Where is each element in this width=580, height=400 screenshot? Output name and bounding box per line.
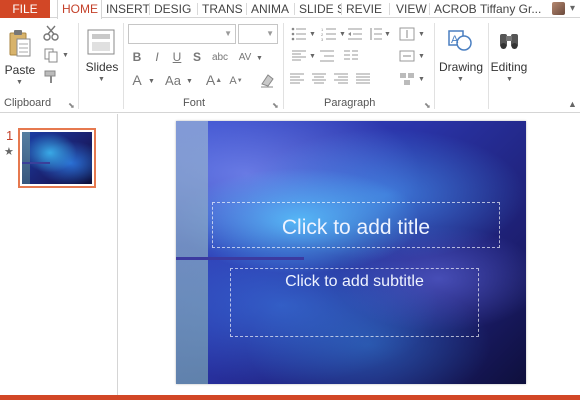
bullets-icon[interactable] xyxy=(290,26,308,42)
slide-number: 1 xyxy=(6,128,14,143)
paste-button[interactable]: Paste xyxy=(4,63,36,77)
line-spacing-icon[interactable] xyxy=(368,26,382,42)
tab-file[interactable]: FILE xyxy=(0,0,50,18)
chevron-down-icon: ▼ xyxy=(266,29,274,38)
chevron-down-icon[interactable]: ▼ xyxy=(418,31,425,38)
text-direction-icon[interactable] xyxy=(398,26,416,42)
chevron-down-icon[interactable]: ▼ xyxy=(186,78,193,85)
tab-review[interactable]: REVIE xyxy=(342,0,389,18)
chevron-down-icon[interactable]: ▼ xyxy=(309,31,316,38)
tab-separator xyxy=(389,3,390,15)
underline-button[interactable]: U xyxy=(170,49,184,65)
slide-canvas[interactable]: Click to add title Click to add subtitle xyxy=(176,121,526,384)
new-slide-button[interactable]: Slides xyxy=(84,60,120,74)
tab-design[interactable]: DESIG xyxy=(150,0,196,18)
chevron-down-icon[interactable]: ▼ xyxy=(62,52,69,59)
align-left-icon[interactable] xyxy=(290,48,308,64)
font-family-combo[interactable]: ▼ xyxy=(128,24,236,44)
star-icon: ★ xyxy=(4,146,14,158)
font-color-button[interactable]: A xyxy=(130,72,144,88)
collapse-ribbon-icon[interactable]: ▲ xyxy=(568,99,577,109)
group-separator xyxy=(123,23,124,109)
avatar[interactable] xyxy=(552,2,565,15)
dialog-launcher-icon[interactable]: ⬊ xyxy=(424,101,431,110)
font-group-label: Font xyxy=(183,97,206,109)
indent-icon[interactable] xyxy=(320,48,334,64)
new-slide-icon[interactable] xyxy=(86,27,116,57)
drawing-icon[interactable]: A xyxy=(446,27,474,55)
align-right-icon[interactable] xyxy=(334,71,348,87)
thumbnail-preview xyxy=(22,132,92,184)
character-spacing-icon[interactable]: AV xyxy=(234,49,256,65)
justify-icon[interactable] xyxy=(356,71,370,87)
chevron-down-icon[interactable]: ▼ xyxy=(457,76,464,83)
format-painter-icon[interactable] xyxy=(42,69,60,85)
dialog-launcher-icon[interactable]: ⬊ xyxy=(272,101,279,110)
editing-icon[interactable] xyxy=(496,27,522,55)
cut-icon[interactable] xyxy=(42,25,60,41)
group-separator xyxy=(283,23,284,109)
powerpoint-window: FILE HOME INSERT DESIG TRANS ANIMA SLIDE… xyxy=(0,0,580,400)
slide-accent-line xyxy=(176,257,304,260)
numbering-icon[interactable]: 123 xyxy=(320,26,338,42)
dialog-launcher-icon[interactable]: ⬊ xyxy=(68,101,75,110)
paste-icon[interactable] xyxy=(6,27,34,61)
align-left-text-icon[interactable] xyxy=(290,71,304,87)
thumbnail-strip xyxy=(22,132,30,184)
status-bar xyxy=(0,395,580,400)
group-separator xyxy=(434,23,435,109)
ribbon-tab-bar: FILE HOME INSERT DESIG TRANS ANIMA SLIDE… xyxy=(0,0,580,19)
chevron-down-icon[interactable]: ▾ xyxy=(570,0,575,18)
chevron-down-icon[interactable]: ▼ xyxy=(16,79,23,86)
user-name[interactable]: Tiffany Gr... xyxy=(480,0,541,18)
ribbon-home: Paste ▼ ▼ Clipboard ⬊ Slides ▼ ▼ ▼ B I U… xyxy=(0,19,580,113)
text-shadow-button[interactable]: S xyxy=(190,49,204,65)
font-size-combo[interactable]: ▼ xyxy=(238,24,278,44)
subtitle-placeholder[interactable]: Click to add subtitle xyxy=(230,268,479,337)
slide-thumbnail[interactable] xyxy=(18,128,96,188)
tab-home[interactable]: HOME xyxy=(57,0,102,19)
columns-icon[interactable] xyxy=(344,48,358,64)
group-separator xyxy=(78,23,79,109)
thumbnail-line xyxy=(22,162,50,164)
chevron-down-icon[interactable]: ▼ xyxy=(148,78,155,85)
chevron-down-icon[interactable]: ▼ xyxy=(418,53,425,60)
tab-transitions[interactable]: TRANS xyxy=(198,0,245,18)
chevron-down-icon[interactable]: ▼ xyxy=(256,55,263,62)
tab-animations[interactable]: ANIMA xyxy=(247,0,293,18)
drawing-button[interactable]: Drawing xyxy=(438,60,484,74)
italic-button[interactable]: I xyxy=(150,49,164,65)
tab-acrobat[interactable]: ACROB xyxy=(430,0,476,18)
chevron-down-icon[interactable]: ▼ xyxy=(418,76,425,83)
svg-text:3: 3 xyxy=(321,37,324,41)
chevron-down-icon: ▼ xyxy=(224,29,232,38)
title-placeholder[interactable]: Click to add title xyxy=(212,202,500,248)
bold-button[interactable]: B xyxy=(130,49,144,65)
chevron-down-icon[interactable]: ▼ xyxy=(98,76,105,83)
copy-icon[interactable] xyxy=(42,47,60,63)
svg-text:A: A xyxy=(451,34,459,46)
editing-button[interactable]: Editing xyxy=(488,60,530,74)
paragraph-group-label: Paragraph xyxy=(324,97,376,109)
chevron-down-icon[interactable]: ▼ xyxy=(309,53,316,60)
slide-side-strip xyxy=(176,121,208,384)
strikethrough-icon[interactable]: abc xyxy=(210,49,230,65)
tab-insert[interactable]: INSERT xyxy=(102,0,149,18)
shrink-font-icon[interactable]: A ▼ xyxy=(228,73,244,89)
tab-slideshow[interactable]: SLIDE S xyxy=(295,0,341,18)
clipboard-group-label: Clipboard xyxy=(4,97,52,109)
chevron-down-icon[interactable]: ▼ xyxy=(506,76,513,83)
decrease-indent-icon[interactable] xyxy=(348,26,362,42)
align-center-icon[interactable] xyxy=(312,71,326,87)
tab-view[interactable]: VIEW xyxy=(392,0,429,18)
grow-font-icon[interactable]: A ▲ xyxy=(206,71,222,89)
chevron-down-icon[interactable]: ▼ xyxy=(339,31,346,38)
smartart-icon[interactable] xyxy=(398,71,416,87)
align-text-icon[interactable] xyxy=(398,48,416,64)
clear-formatting-icon[interactable] xyxy=(258,71,276,89)
chevron-down-icon[interactable]: ▼ xyxy=(384,31,391,38)
change-case-button[interactable]: Aa xyxy=(162,72,184,88)
